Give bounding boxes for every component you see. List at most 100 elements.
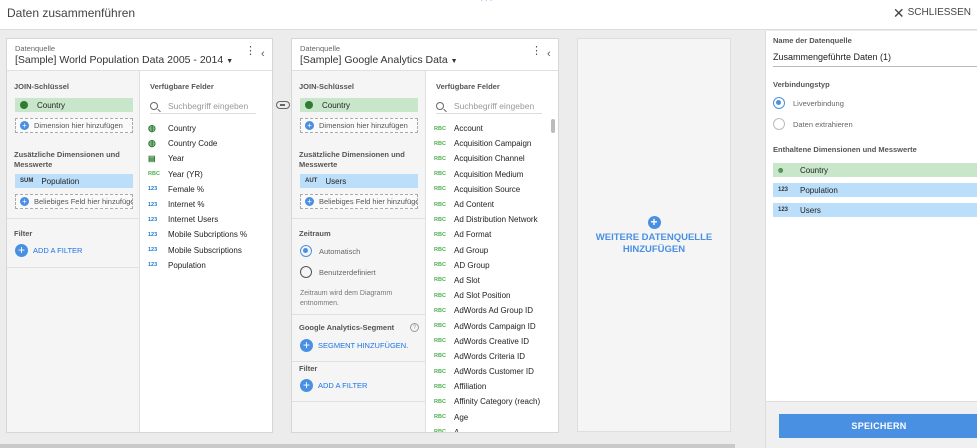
add-filter-button[interactable]: + ADD A FILTER bbox=[300, 379, 367, 392]
text-type-icon: RBC bbox=[434, 247, 446, 254]
plus-icon: + bbox=[20, 197, 29, 206]
live-connection-radio[interactable]: Liveverbindung bbox=[773, 97, 844, 109]
field-item[interactable]: ◍ Country bbox=[148, 121, 262, 136]
close-icon: ✕ bbox=[892, 4, 905, 21]
join-config-column: JOIN-Schlüssel Country + Dimension hier … bbox=[7, 71, 140, 432]
period-label: Zeitraum bbox=[299, 229, 331, 238]
period-auto-radio[interactable]: Automatisch bbox=[300, 245, 360, 257]
field-item[interactable]: RBC AdWords Campaign ID bbox=[434, 318, 548, 333]
dropdown-caret-icon: ▼ bbox=[226, 58, 234, 65]
field-item[interactable]: RBCA... bbox=[434, 425, 548, 432]
field-item[interactable]: RBC Ad Format bbox=[434, 227, 548, 242]
calendar-icon: ▤ bbox=[148, 154, 156, 164]
radio-unchecked-icon bbox=[773, 118, 785, 130]
field-item[interactable]: RBC AdWords Criteria ID bbox=[434, 349, 548, 364]
field-name: Acquisition Channel bbox=[454, 154, 525, 164]
metric-chip[interactable]: AUT Users bbox=[300, 174, 418, 188]
field-item[interactable]: RBC Ad Content bbox=[434, 197, 548, 212]
add-dimension-dropzone[interactable]: + Dimension hier hinzufügen bbox=[15, 118, 133, 133]
field-item[interactable]: RBC Acquisition Medium bbox=[434, 167, 548, 182]
field-item[interactable]: RBC AD Group bbox=[434, 258, 548, 273]
field-item[interactable]: RBC Ad Group bbox=[434, 243, 548, 258]
add-dimension-dropzone[interactable]: + Dimension hier hinzufügen bbox=[300, 118, 418, 133]
field-item[interactable]: 123 Internet Users bbox=[148, 212, 262, 227]
metric-chip[interactable]: SUM Population bbox=[15, 174, 133, 188]
field-item[interactable]: RBC AdWords Ad Group ID bbox=[434, 303, 548, 318]
aggregation-tag: AUT bbox=[305, 178, 318, 184]
datasource-name: [Sample] Google Analytics Data bbox=[300, 54, 448, 66]
divider bbox=[292, 314, 425, 315]
add-field-dropzone[interactable]: + Beliebiges Feld hier hinzufügen bbox=[15, 194, 133, 209]
field-item[interactable]: 123 Mobile Subcriptions % bbox=[148, 227, 262, 242]
field-item[interactable]: RBC Account bbox=[434, 121, 548, 136]
plus-icon: + bbox=[305, 197, 314, 206]
add-field-label: Beliebiges Feld hier hinzufügen bbox=[319, 197, 418, 206]
extract-data-radio[interactable]: Daten extrahieren bbox=[773, 118, 853, 130]
contained-field-chip[interactable]: 123 Users bbox=[773, 203, 977, 217]
add-filter-label: ADD A FILTER bbox=[33, 246, 83, 255]
text-type-icon: RBC bbox=[434, 186, 446, 193]
period-custom-radio[interactable]: Benutzerdefiniert bbox=[300, 266, 376, 278]
globe-icon bbox=[305, 101, 313, 109]
field-item[interactable]: RBC Ad Distribution Network bbox=[434, 212, 548, 227]
top-bar: Daten zusammenführen ··· ✕ SCHLIESSEN bbox=[0, 0, 977, 30]
field-name: Country Code bbox=[168, 139, 218, 149]
metric-label: Population bbox=[41, 176, 80, 186]
collapse-chevron-icon[interactable]: ‹ bbox=[547, 48, 551, 60]
field-name: Acquisition Campaign bbox=[454, 139, 532, 149]
field-item[interactable]: 123 Female % bbox=[148, 182, 262, 197]
drag-handle-icon[interactable]: ··· bbox=[480, 0, 494, 6]
join-key-chip[interactable]: Country bbox=[300, 98, 418, 112]
more-menu-icon[interactable]: ⋮ bbox=[245, 46, 256, 57]
field-item[interactable]: RBC AdWords Creative ID bbox=[434, 334, 548, 349]
field-item[interactable]: RBC Age bbox=[434, 410, 548, 425]
field-item[interactable]: RBC Affinity Category (reach) bbox=[434, 394, 548, 409]
field-name: Mobile Subscriptions bbox=[168, 245, 242, 255]
horizontal-scrollbar[interactable] bbox=[0, 444, 735, 448]
field-item[interactable]: RBC Acquisition Campaign bbox=[434, 136, 548, 151]
text-type-icon: RBC bbox=[148, 171, 160, 178]
field-search-input[interactable]: Suchbegriff eingeben bbox=[436, 98, 542, 114]
add-field-dropzone[interactable]: + Beliebiges Feld hier hinzufügen bbox=[300, 194, 418, 209]
add-segment-button[interactable]: + SEGMENT HINZUFÜGEN. bbox=[300, 339, 408, 352]
add-dimension-label: Dimension hier hinzufügen bbox=[34, 121, 123, 130]
filter-label: Filter bbox=[299, 364, 318, 373]
datasource-selector[interactable]: [Sample] Google Analytics Data ▼ bbox=[300, 54, 458, 66]
datasource-name-input[interactable]: Zusammengeführte Daten (1) bbox=[773, 52, 891, 62]
field-name: Ad Slot bbox=[454, 275, 480, 285]
field-name: Year bbox=[168, 154, 185, 164]
field-item[interactable]: RBC AdWords Customer ID bbox=[434, 364, 548, 379]
scrollbar-thumb[interactable] bbox=[551, 119, 555, 133]
save-button[interactable]: SPEICHERN bbox=[779, 414, 977, 438]
more-menu-icon[interactable]: ⋮ bbox=[531, 46, 542, 57]
metric-label: Users bbox=[325, 176, 347, 186]
number-type-icon: 123 bbox=[148, 216, 158, 223]
text-type-icon: RBC bbox=[434, 414, 446, 421]
field-item[interactable]: RBC Ad Slot bbox=[434, 273, 548, 288]
field-item[interactable]: ▤ Year bbox=[148, 151, 262, 166]
text-type-icon: RBC bbox=[434, 323, 446, 330]
join-key-chip[interactable]: Country bbox=[15, 98, 133, 112]
datasource-selector[interactable]: [Sample] World Population Data 2005 - 20… bbox=[15, 54, 233, 66]
field-item[interactable]: RBC Ad Slot Position bbox=[434, 288, 548, 303]
help-icon[interactable]: ? bbox=[410, 323, 419, 332]
search-placeholder: Suchbegriff eingeben bbox=[454, 100, 535, 111]
field-item[interactable]: RBC Acquisition Source bbox=[434, 182, 548, 197]
contained-field-chip[interactable]: ◍ Country bbox=[773, 163, 977, 177]
field-item[interactable]: RBC Affiliation bbox=[434, 379, 548, 394]
collapse-chevron-icon[interactable]: ‹ bbox=[261, 48, 265, 60]
field-item[interactable]: ◍ Country Code bbox=[148, 136, 262, 151]
aggregation-tag: SUM bbox=[20, 178, 34, 184]
field-item[interactable]: RBC Year (YR) bbox=[148, 167, 262, 182]
contained-field-chip[interactable]: 123 Population bbox=[773, 183, 977, 197]
field-search-input[interactable]: Suchbegriff eingeben bbox=[150, 98, 256, 114]
add-datasource-button[interactable]: + WEITERE DATENQUELLE HINZUFÜGEN bbox=[577, 38, 731, 432]
field-item[interactable]: 123 Population bbox=[148, 258, 262, 273]
globe-icon bbox=[20, 101, 28, 109]
add-filter-button[interactable]: + ADD A FILTER bbox=[15, 244, 82, 257]
field-item[interactable]: RBC Acquisition Channel bbox=[434, 151, 548, 166]
add-datasource-line2: HINZUFÜGEN bbox=[622, 244, 686, 255]
field-item[interactable]: 123 Mobile Subscriptions bbox=[148, 243, 262, 258]
close-button[interactable]: ✕ SCHLIESSEN bbox=[892, 4, 971, 21]
field-item[interactable]: 123 Internet % bbox=[148, 197, 262, 212]
